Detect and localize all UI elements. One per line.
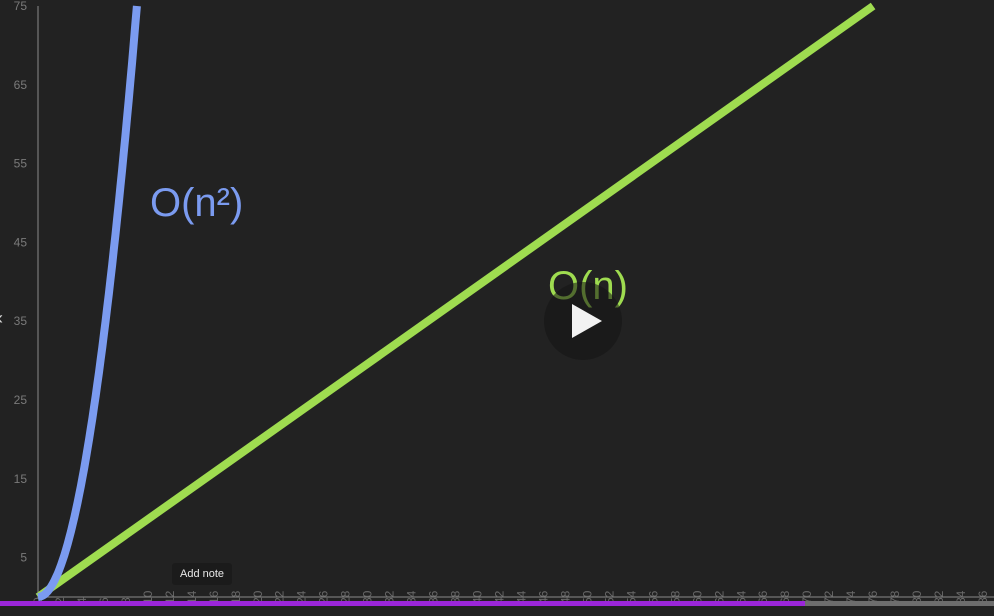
linear-series-line bbox=[35, 2, 876, 601]
chevron-left-icon[interactable]: ‹ bbox=[0, 308, 3, 328]
play-button[interactable] bbox=[544, 282, 622, 360]
quadratic-series-line bbox=[37, 5, 141, 601]
y-tick-label: 35 bbox=[14, 314, 28, 328]
y-tick-label: 5 bbox=[20, 551, 27, 565]
y-tick-label: 55 bbox=[14, 157, 28, 171]
series-labels: O(n²)O(n) bbox=[150, 181, 628, 308]
add-note-button[interactable]: Add note bbox=[172, 563, 233, 585]
series-lines bbox=[35, 2, 876, 601]
video-progress-fill bbox=[0, 601, 806, 606]
y-tick-label: 25 bbox=[14, 393, 28, 407]
y-tick-label: 65 bbox=[14, 78, 28, 92]
complexity-chart: 515253545556575 024681012141618202224262… bbox=[14, 0, 994, 604]
video-progress-bar[interactable] bbox=[0, 601, 994, 606]
y-tick-labels: 5 15 25 35 45 55 65 75 bbox=[14, 0, 28, 565]
series-label-on2: O(n²) bbox=[150, 181, 243, 225]
y-tick-label: 45 bbox=[14, 235, 28, 249]
y-tick-label: 15 bbox=[14, 472, 28, 486]
play-icon bbox=[572, 304, 602, 338]
y-tick-label: 75 bbox=[14, 0, 28, 13]
